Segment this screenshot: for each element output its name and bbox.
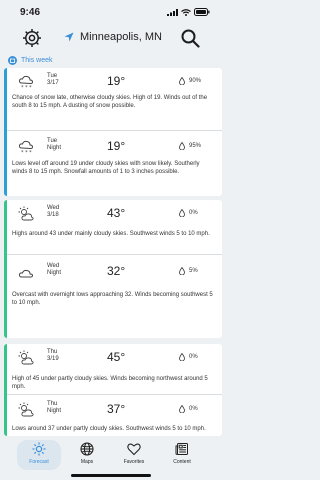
forecast-period[interactable]: Wed Night 32° 5% Overcast with overnight … <box>7 254 222 338</box>
forecast-description: Chance of snow late, otherwise cloudy sk… <box>12 95 208 109</box>
raindrop-icon <box>179 77 185 85</box>
status-icons <box>167 8 210 16</box>
forecast-description: Lows level off around 19 under cloudy sk… <box>12 161 200 175</box>
precip-chance: 0% <box>179 405 198 413</box>
calendar-dot-icon <box>8 55 17 65</box>
search-icon <box>181 29 200 48</box>
period-day: Thu 3/19 <box>47 349 59 362</box>
heart-icon <box>127 443 141 456</box>
precip-chance: 0% <box>179 209 198 217</box>
forecast-period[interactable]: Thu 3/19 45° 0% High of 45 under partly c… <box>7 344 222 394</box>
gear-icon <box>23 29 41 47</box>
precip-chance: 0% <box>179 353 198 361</box>
partly-cloudy-icon <box>18 350 34 365</box>
tab-bar: Forecast Maps Favorites Content <box>0 436 222 480</box>
forecast-period[interactable]: Thu Night 37° 0% Lows around 37 under partly… <box>7 394 222 436</box>
tab-forecast[interactable]: Forecast <box>17 440 61 470</box>
raindrop-icon <box>179 405 185 413</box>
partly-cloudy-icon <box>18 402 34 417</box>
raindrop-icon <box>179 142 185 150</box>
location-selector[interactable]: Minneapolis, MN <box>64 31 162 43</box>
raindrop-icon <box>179 209 185 217</box>
tab-label: Maps <box>80 459 94 465</box>
sun-icon <box>32 442 46 456</box>
day-card[interactable]: Thu 3/19 45° 0% High of 45 under partly c… <box>4 344 222 436</box>
period-day: Thu Night <box>47 401 62 414</box>
signal-icon <box>167 8 178 16</box>
status-time: 9:46 <box>20 7 41 18</box>
forecast-description: Lows around 37 under partly cloudy skies… <box>12 426 206 432</box>
temperature: 43° <box>107 206 126 220</box>
tab-label: Content <box>173 459 191 465</box>
period-day: Tue 3/17 <box>47 73 59 86</box>
raindrop-icon <box>179 353 185 361</box>
forecast-period[interactable]: * * * Tue 3/17 19° 90% Chance of snow lat… <box>7 68 222 130</box>
section-header: This week <box>0 54 222 66</box>
location-name: Minneapolis, MN <box>80 31 162 43</box>
precip-chance: 95% <box>179 142 201 150</box>
cloudy-icon <box>18 269 34 278</box>
forecast-period[interactable]: * * * Tue Night 19° 95% Lows level off ar… <box>7 130 222 196</box>
wifi-icon <box>181 8 191 16</box>
section-title: This week <box>21 56 53 64</box>
tab-label: Favorites <box>123 459 145 465</box>
temperature: 37° <box>107 402 126 416</box>
temperature: 19° <box>107 74 126 88</box>
forecast-period[interactable]: Wed 3/18 43° 0% Highs around 43 under mai… <box>7 200 222 254</box>
status-bar: 9:46 <box>0 0 222 24</box>
tab-label: Forecast <box>29 459 49 465</box>
day-card[interactable]: Wed 3/18 43° 0% Highs around 43 under mai… <box>4 200 222 338</box>
globe-icon <box>80 442 94 456</box>
temperature: 32° <box>107 264 126 278</box>
day-card[interactable]: * * * Tue 3/17 19° 90% Chance of snow lat… <box>4 68 222 196</box>
temperature: 19° <box>107 139 126 153</box>
tab-maps[interactable]: Maps <box>65 440 109 470</box>
newspaper-icon <box>175 443 188 455</box>
raindrop-icon <box>179 267 185 275</box>
forecast-description: Overcast with overnight lows approaching… <box>12 292 213 306</box>
precip-chance: 90% <box>179 77 201 85</box>
battery-icon <box>194 8 210 16</box>
period-day: Tue Night <box>47 138 62 151</box>
svg-text:* * *: * * * <box>21 85 32 90</box>
home-indicator <box>71 474 151 477</box>
precip-chance: 5% <box>179 267 198 275</box>
forecast-description: High of 45 under partly cloudy skies. Wi… <box>12 376 208 390</box>
snow-cloud-icon: * * * <box>18 140 34 155</box>
location-arrow-icon <box>64 32 74 42</box>
partly-cloudy-icon <box>18 206 34 221</box>
settings-button[interactable] <box>22 28 42 48</box>
snow-cloud-icon: * * * <box>18 75 34 90</box>
top-bar: Minneapolis, MN <box>0 24 222 52</box>
temperature: 45° <box>107 350 126 364</box>
svg-text:* * *: * * * <box>21 150 32 155</box>
tab-favorites[interactable]: Favorites <box>112 440 156 470</box>
forecast-description: Highs around 43 under mainly cloudy skie… <box>12 231 210 237</box>
tab-content[interactable]: Content <box>160 440 204 470</box>
period-day: Wed Night <box>47 263 62 276</box>
search-button[interactable] <box>180 28 200 48</box>
period-day: Wed 3/18 <box>47 205 60 218</box>
